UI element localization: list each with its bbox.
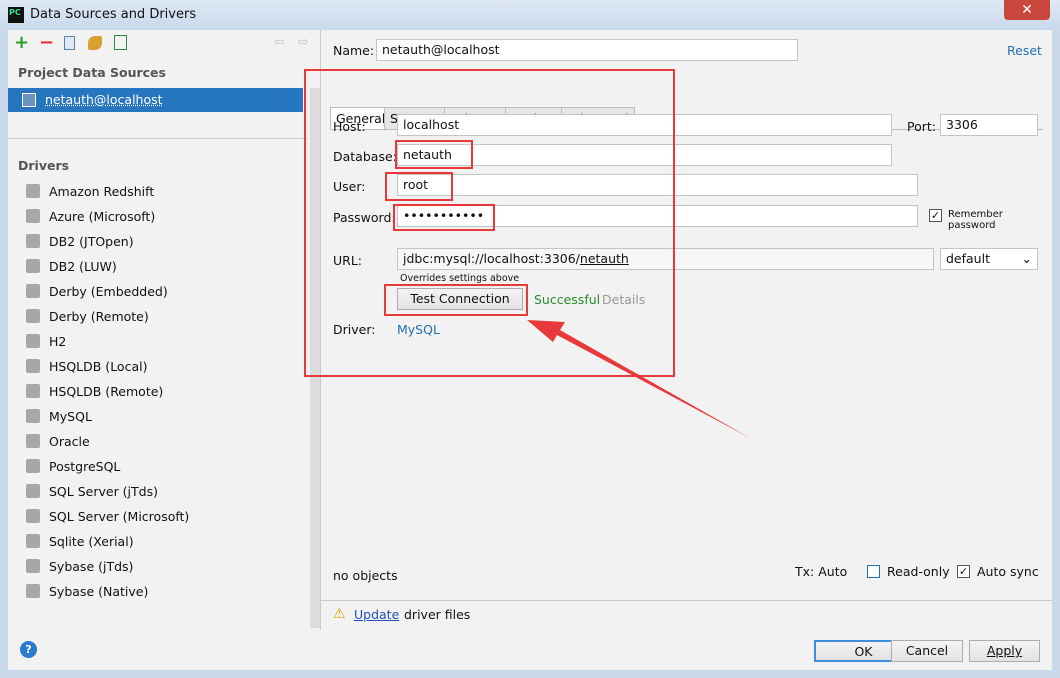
annotation-arrow [527,320,750,438]
